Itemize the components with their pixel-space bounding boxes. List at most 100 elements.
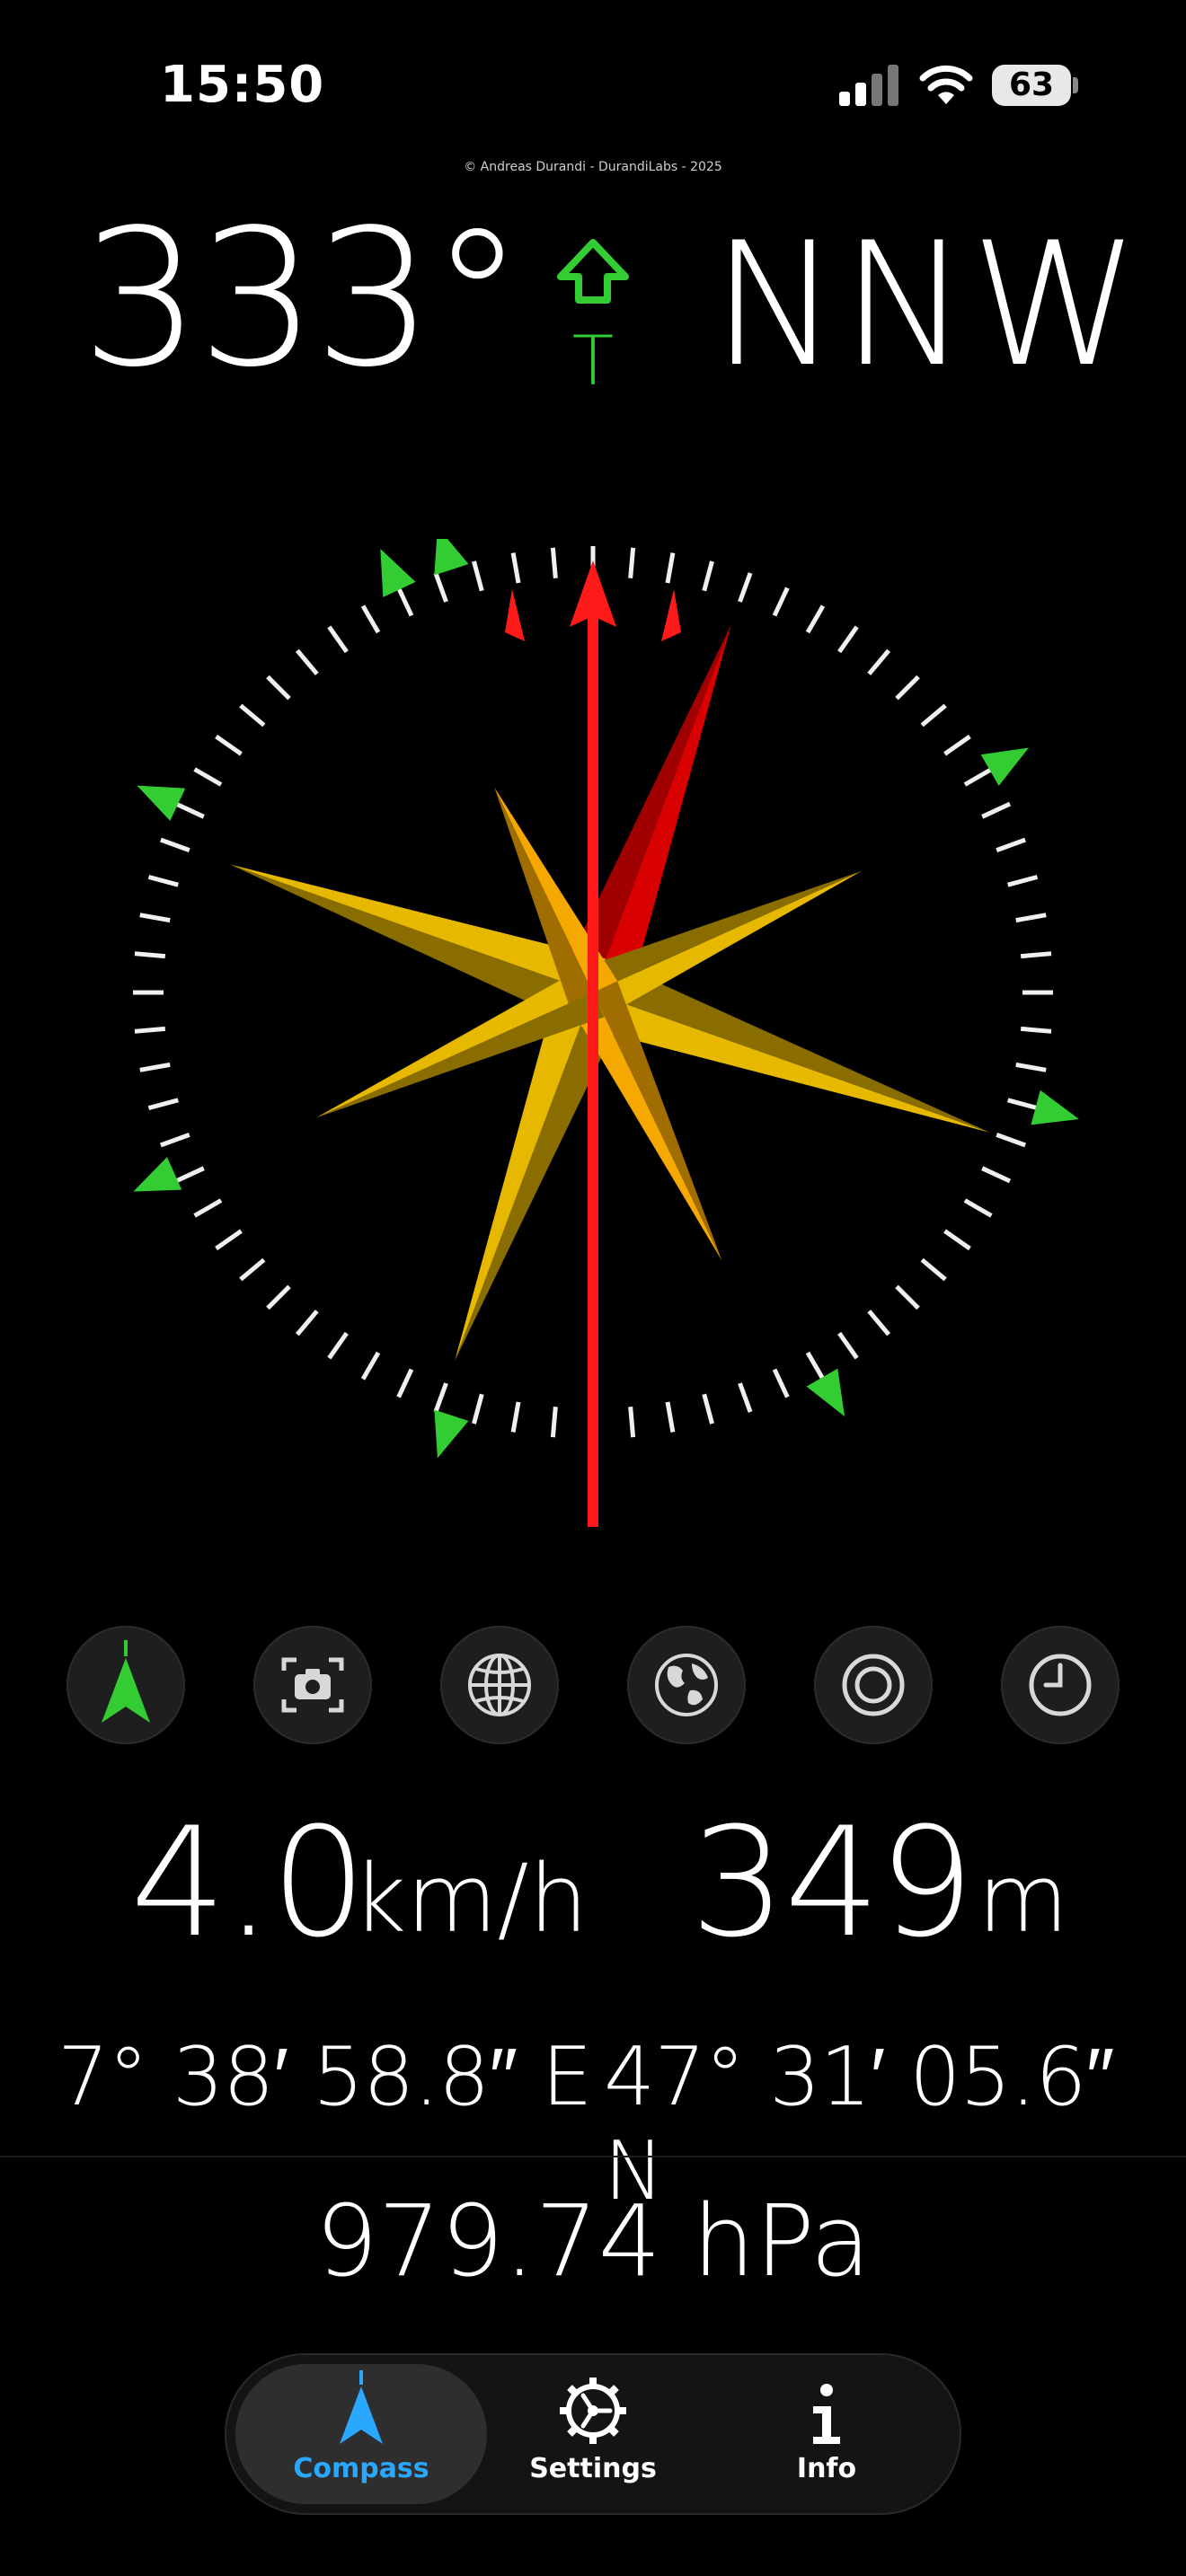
compass-tick [963,767,993,787]
compass-tick [433,572,448,603]
compass-marker [1031,1090,1079,1125]
compass-tick [1007,1098,1039,1111]
compass-tick [628,1407,636,1438]
clock-icon [1029,1654,1092,1716]
compass-tick [1020,951,1052,959]
compass-tick [628,547,636,578]
compass-tick [193,1198,223,1218]
compass-marker [380,549,416,597]
compass-tick [327,625,349,654]
compass-tick [943,734,971,756]
mode-clock-button[interactable] [1001,1626,1120,1744]
compass-tick [1007,874,1039,887]
compass-tick [772,1368,790,1398]
compass-tick [981,801,1012,819]
compass-tick [266,675,291,701]
gear-icon [560,2378,626,2444]
compass-tick [895,1284,920,1310]
compass-tick [396,1368,414,1398]
compass-tick [266,1284,291,1310]
speed-value: 4.0 [130,1795,367,1971]
mode-earth-button[interactable] [627,1626,746,1744]
compass-tick [396,587,414,617]
copyright-text: © Andreas Durandi - DurandiLabs - 2025 [464,160,722,174]
compass-marker [434,1409,469,1459]
compass-marker [980,747,1029,786]
compass-tick [147,874,179,887]
compass-tick [772,587,790,617]
divider [0,2156,1186,2157]
compass-tick [837,1331,859,1360]
compass-tick [134,951,166,959]
compass-rose [133,539,1079,1527]
compass-tick [433,1382,448,1413]
compass-tick [215,1229,243,1251]
compass-tick [665,552,676,584]
tab-settings-label: Settings [529,2453,657,2484]
mode-camera-button[interactable] [253,1626,372,1744]
tab-settings[interactable]: Settings [485,2364,701,2504]
compass-tick [1015,913,1047,923]
battery-icon: 63 [992,65,1071,106]
compass-star [229,623,990,1362]
compass-tick [139,913,171,923]
true-north-label: T [572,321,614,395]
battery-nub [1073,77,1078,93]
compass-tick [981,1166,1012,1184]
compass-tick [147,1098,179,1111]
compass-tick [360,1351,381,1381]
compass-tick [702,560,714,592]
compass-marker [434,539,469,576]
compass-marker [133,1157,182,1192]
mode-navigation-button[interactable] [66,1626,185,1744]
compass-tick [920,703,947,728]
compass-tick [702,1393,714,1425]
mode-globe-button[interactable] [440,1626,559,1744]
compass-tick [805,604,826,634]
mode-target-button[interactable] [814,1626,933,1744]
heading-degrees: 333° [81,189,525,409]
altitude-value: 349 [690,1795,975,1971]
compass-tick [943,1229,971,1251]
compass-tick [295,1310,319,1337]
compass-tick [738,1382,753,1413]
compass-tick [510,552,521,584]
compass-arrow-icon [340,2370,383,2444]
info-icon [813,2384,840,2444]
compass-tick [550,547,558,578]
cellular-signal-icon [839,65,898,106]
pressure-readout: 979.74 hPa [314,2183,872,2298]
compass-tick [996,837,1026,852]
earth-icon [655,1654,718,1716]
compass-tick [327,1331,349,1360]
tab-compass[interactable]: Compass [235,2364,487,2504]
compass-tick [895,675,920,701]
status-time: 15:50 [160,56,325,114]
camera-icon [281,1657,344,1713]
compass-tick [134,1026,166,1034]
compass-tick [160,1133,190,1148]
speed-unit: km/h [352,1844,589,1954]
compass-tick [550,1407,558,1438]
compass-tick [215,734,243,756]
compass-tick [665,1401,676,1433]
globe-icon [468,1654,531,1716]
longitude-readout: 7° 38′ 58.8″ E [58,2030,593,2124]
compass-tick [174,801,205,819]
navigation-icon [102,1640,150,1723]
compass-marker [806,1368,845,1416]
compass-tick [174,1166,205,1184]
tab-info[interactable]: Info [719,2364,934,2504]
compass-marker [137,785,186,821]
compass-tick [472,560,484,592]
compass-tick [920,1257,947,1282]
compass-tick [360,604,381,634]
compass-tick [1020,1026,1052,1034]
compass-tick [239,703,266,728]
tab-compass-label: Compass [293,2453,429,2484]
compass-tick [139,1062,171,1072]
compass-tick [239,1257,266,1282]
target-icon [842,1654,905,1716]
true-north-arrow-icon: T [557,239,629,395]
compass-tick [867,1310,891,1337]
